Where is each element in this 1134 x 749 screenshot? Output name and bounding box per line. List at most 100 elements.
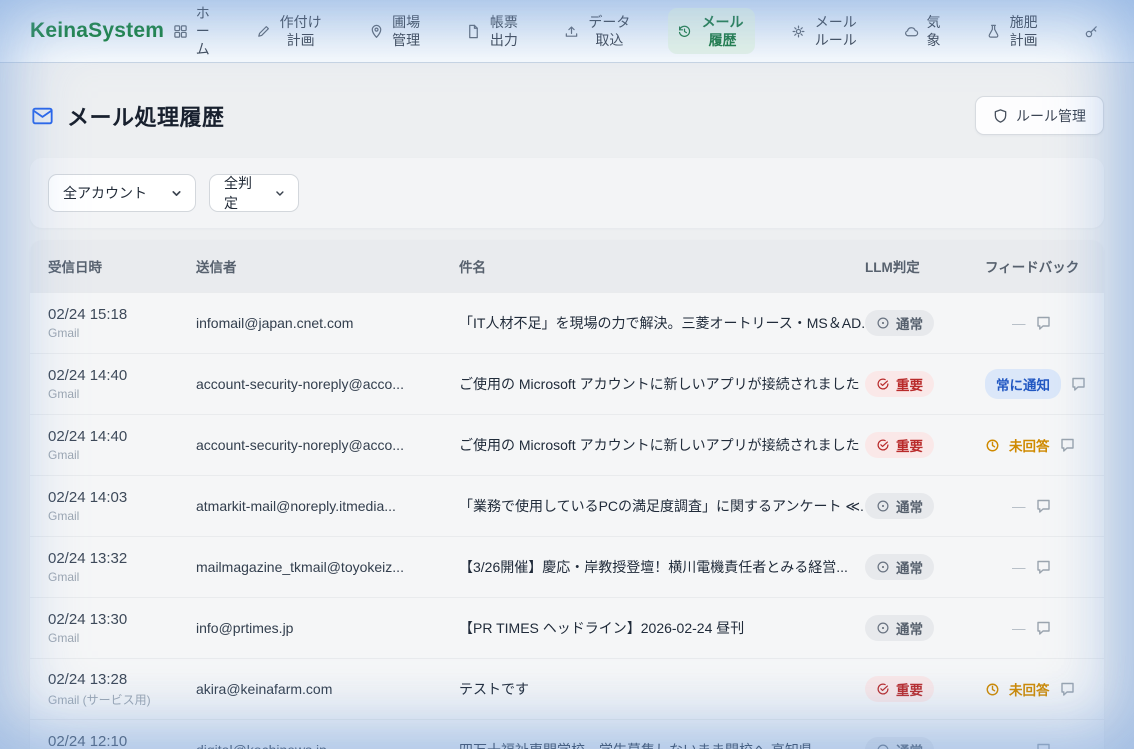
table-row[interactable]: 02/24 14:40 Gmail account-security-norep… — [30, 414, 1104, 475]
gear-icon — [791, 24, 806, 39]
judgment-badge: 通常 — [865, 737, 934, 749]
judgment-filter-select[interactable]: 全判定 — [209, 174, 299, 212]
feedback-label: 未回答 — [1009, 679, 1050, 699]
document-icon — [466, 24, 481, 39]
nav-item-field-management[interactable]: 圃場管理 — [360, 8, 431, 54]
mail-history-table: 受信日時 送信者 件名 LLM判定 フィードバック 02/24 15:18 Gm… — [30, 240, 1104, 749]
row-sender: info@prtimes.jp — [196, 620, 459, 636]
feedback-label: — — [1012, 316, 1026, 331]
nav-label: 圃場管理 — [391, 13, 422, 49]
nav-item-planting-plan[interactable]: 作付け計画 — [247, 8, 333, 54]
row-datetime-cell: 02/24 14:40 Gmail — [48, 367, 196, 401]
circle-dot-icon — [876, 560, 890, 574]
nav-menu: ホーム 作付け計画 圃場管理 帳票出力 データ取込 メール履歴 メールルール — [164, 0, 1134, 63]
table-row[interactable]: 02/24 15:18 Gmail infomail@japan.cnet.co… — [30, 292, 1104, 353]
judgment-label: 重要 — [896, 435, 923, 455]
nav-item-home[interactable]: ホーム — [164, 0, 219, 63]
table-row[interactable]: 02/24 14:40 Gmail account-security-norep… — [30, 353, 1104, 414]
nav-label: 気象 — [926, 13, 941, 49]
row-judgment-cell: 通常 — [865, 737, 985, 749]
upload-icon — [564, 24, 579, 39]
table-row[interactable]: 02/24 12:10 Gmail digital@kochinews.jp 四… — [30, 719, 1104, 749]
nav-item-report-output[interactable]: 帳票出力 — [457, 8, 528, 54]
feedback-label: — — [1012, 621, 1026, 636]
judgment-filter-value: 全判定 — [224, 173, 262, 213]
nav-item-key[interactable] — [1075, 19, 1108, 44]
row-judgment-cell: 通常 — [865, 615, 985, 641]
check-circle-icon — [876, 682, 890, 696]
judgment-badge: 重要 — [865, 676, 934, 702]
feedback-cell: 未回答 — [985, 679, 1104, 699]
judgment-badge: 重要 — [865, 432, 934, 458]
row-account: Gmail — [48, 448, 184, 462]
nav-item-data-import[interactable]: データ取込 — [555, 8, 641, 54]
row-judgment-cell: 通常 — [865, 310, 985, 336]
row-sender: account-security-noreply@acco... — [196, 437, 459, 453]
history-icon — [677, 24, 692, 39]
account-filter-select[interactable]: 全アカウント — [48, 174, 196, 212]
nav-item-mail-history[interactable]: メール履歴 — [668, 8, 754, 54]
judgment-label: 重要 — [896, 374, 923, 394]
judgment-badge: 通常 — [865, 615, 934, 641]
comment-icon[interactable] — [1035, 315, 1052, 331]
row-datetime-cell: 02/24 14:03 Gmail — [48, 489, 196, 523]
col-header-judgment: LLM判定 — [865, 256, 985, 276]
feedback-cell: — — [985, 620, 1104, 636]
nav-item-weather[interactable]: 気象 — [895, 8, 950, 54]
row-subject: 四万十福祉専門学校、学生募集しないまま閉校へ 高知県... — [459, 740, 865, 749]
judgment-badge: 重要 — [865, 371, 934, 397]
mail-icon — [30, 105, 55, 127]
feedback-cell: — — [985, 559, 1104, 575]
nav-label: データ取込 — [586, 13, 632, 49]
comment-icon[interactable] — [1035, 498, 1052, 514]
judgment-label: 通常 — [896, 618, 923, 638]
feedback-label: — — [1012, 560, 1026, 575]
judgment-badge: 通常 — [865, 554, 934, 580]
row-sender: digital@kochinews.jp — [196, 742, 459, 749]
table-row[interactable]: 02/24 13:30 Gmail info@prtimes.jp 【PR TI… — [30, 597, 1104, 658]
key-icon — [1084, 24, 1099, 39]
nav-label: ホーム — [195, 4, 210, 59]
feedback-cell: — — [985, 742, 1104, 749]
row-subject: ご使用の Microsoft アカウントに新しいアプリが接続されました — [459, 374, 865, 394]
nav-item-mail-rules[interactable]: メールルール — [782, 8, 868, 54]
flask-icon — [986, 24, 1001, 39]
row-account: Gmail — [48, 509, 184, 523]
table-body: 02/24 15:18 Gmail infomail@japan.cnet.co… — [30, 292, 1104, 749]
comment-icon[interactable] — [1059, 681, 1076, 697]
row-judgment-cell: 重要 — [865, 432, 985, 458]
row-account: Gmail — [48, 387, 184, 401]
feedback-cell: 未回答 — [985, 435, 1104, 455]
row-account: Gmail — [48, 570, 184, 584]
check-circle-icon — [876, 438, 890, 452]
page-title: メール処理履歴 — [67, 100, 225, 132]
judgment-label: 通常 — [896, 557, 923, 577]
pencil-icon — [256, 24, 271, 39]
comment-icon[interactable] — [1059, 437, 1076, 453]
row-datetime-cell: 02/24 13:32 Gmail — [48, 550, 196, 584]
row-datetime: 02/24 14:03 — [48, 489, 184, 506]
judgment-label: 通常 — [896, 740, 923, 749]
comment-icon[interactable] — [1035, 620, 1052, 636]
row-datetime: 02/24 13:32 — [48, 550, 184, 567]
table-row[interactable]: 02/24 13:28 Gmail (サービス用) akira@keinafar… — [30, 658, 1104, 719]
comment-icon[interactable] — [1070, 376, 1087, 392]
map-pin-icon — [369, 24, 384, 39]
comment-icon[interactable] — [1035, 742, 1052, 749]
comment-icon[interactable] — [1035, 559, 1052, 575]
nav-label: メールルール — [813, 13, 859, 49]
feedback-cell: — — [985, 315, 1104, 331]
nav-label: 作付け計画 — [278, 13, 324, 49]
row-datetime-cell: 02/24 13:28 Gmail (サービス用) — [48, 671, 196, 708]
rule-management-button[interactable]: ルール管理 — [975, 96, 1104, 135]
row-subject: ご使用の Microsoft アカウントに新しいアプリが接続されました — [459, 435, 865, 455]
nav-item-fertilizer-plan[interactable]: 施肥計画 — [977, 8, 1048, 54]
table-row[interactable]: 02/24 13:32 Gmail mailmagazine_tkmail@to… — [30, 536, 1104, 597]
row-sender: infomail@japan.cnet.com — [196, 315, 459, 331]
table-row[interactable]: 02/24 14:03 Gmail atmarkit-mail@noreply.… — [30, 475, 1104, 536]
row-datetime-cell: 02/24 12:10 Gmail — [48, 733, 196, 749]
row-account: Gmail (サービス用) — [48, 691, 184, 708]
judgment-label: 重要 — [896, 679, 923, 699]
circle-dot-icon — [876, 621, 890, 635]
row-account: Gmail — [48, 631, 184, 645]
